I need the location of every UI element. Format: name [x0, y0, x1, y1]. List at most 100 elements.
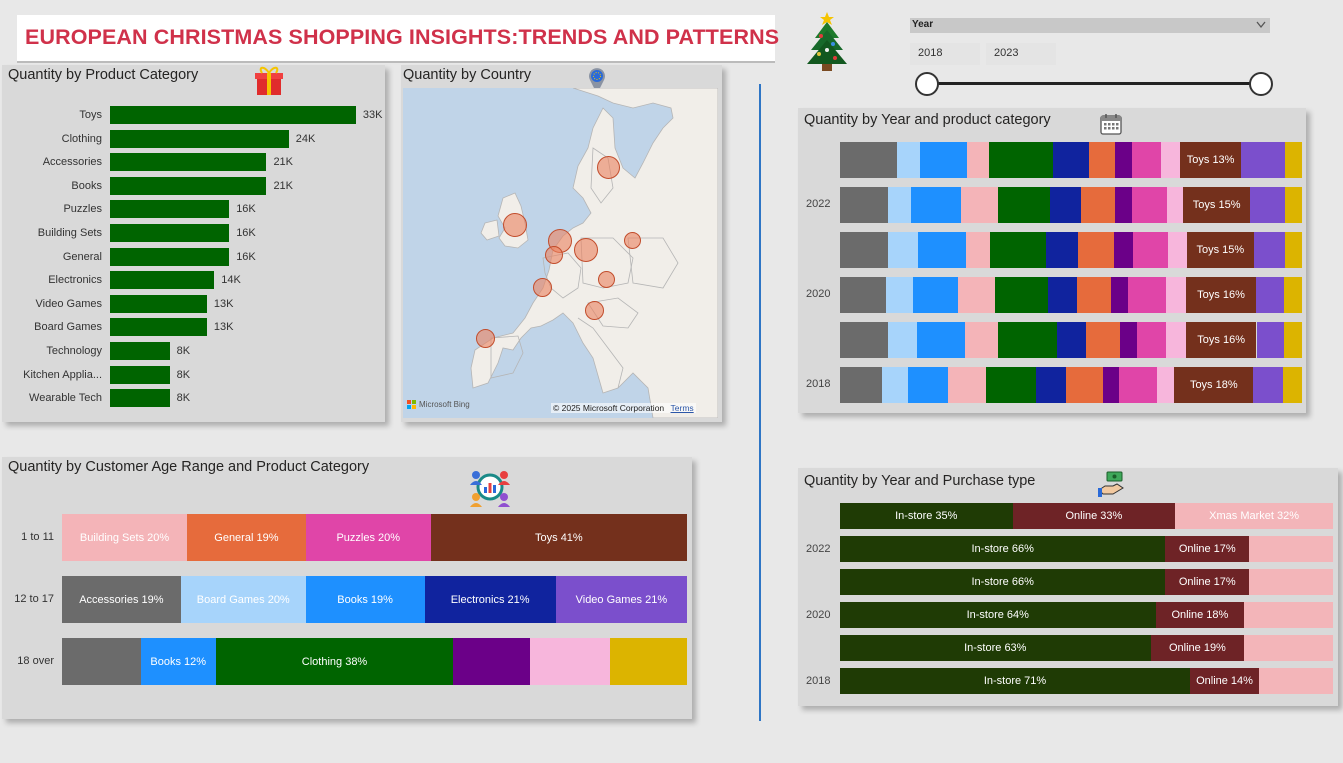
- purchase-segment-in-store[interactable]: In-store 71%: [840, 668, 1191, 694]
- year-category-segment-building-sets[interactable]: [961, 187, 998, 223]
- year-slicer-header[interactable]: Year: [910, 18, 1270, 33]
- age-segment-technology[interactable]: [453, 638, 531, 685]
- year-category-segment-technology[interactable]: [1103, 367, 1120, 403]
- purchase-segment-in-store[interactable]: In-store 66%: [840, 536, 1166, 562]
- year-category-segment-general[interactable]: [1077, 277, 1112, 313]
- year-category-segment-puzzles[interactable]: [1136, 322, 1166, 358]
- purchase-segment-xmas-market[interactable]: [1259, 668, 1333, 694]
- year-category-segment-electronics[interactable]: [1035, 367, 1067, 403]
- year-category-segment-video-games[interactable]: [1250, 187, 1285, 223]
- map-bubble-france[interactable]: [533, 278, 552, 297]
- year-category-segment-board-games[interactable]: [897, 142, 920, 178]
- year-slicer[interactable]: Year 2018 2023: [910, 18, 1273, 98]
- age-segment-clothing[interactable]: Clothing 38%: [215, 638, 454, 685]
- year-category-segment-accessories[interactable]: [840, 322, 889, 358]
- chevron-down-icon[interactable]: [1256, 21, 1266, 29]
- purchase-segment-xmas-market[interactable]: Xmas Market 32%: [1175, 503, 1333, 529]
- year-category-segment-clothing[interactable]: [998, 322, 1057, 358]
- year-slider-start-handle[interactable]: [915, 72, 939, 96]
- purchase-segment-online[interactable]: Online 14%: [1190, 668, 1260, 694]
- year-category-segment-building-sets[interactable]: [965, 232, 991, 268]
- year-category-segment-books[interactable]: [908, 367, 949, 403]
- purchase-segment-in-store[interactable]: In-store 35%: [840, 503, 1013, 529]
- purchase-segment-xmas-market[interactable]: [1249, 536, 1333, 562]
- map-bubble-germany[interactable]: [574, 238, 598, 262]
- year-category-segment-video-games[interactable]: [1241, 142, 1285, 178]
- age-segment-kitchen-appliances[interactable]: [530, 638, 611, 685]
- age-segment-wearable-tech[interactable]: [610, 638, 687, 685]
- year-category-segment-clothing[interactable]: [997, 187, 1051, 223]
- year-category-segment-kitchen-appliances[interactable]: [1157, 367, 1175, 403]
- map-bubble-italy[interactable]: [585, 301, 604, 320]
- year-category-segment-books[interactable]: [918, 232, 966, 268]
- purchase-segment-online[interactable]: Online 19%: [1150, 635, 1245, 661]
- year-category-segment-kitchen-appliances[interactable]: [1165, 277, 1186, 313]
- purchase-segment-online[interactable]: Online 33%: [1012, 503, 1176, 529]
- map-bubble-sweden[interactable]: [597, 156, 620, 179]
- year-category-segment-accessories[interactable]: [840, 367, 882, 403]
- map-bubble-poland[interactable]: [624, 232, 641, 249]
- category-bar[interactable]: [110, 365, 170, 384]
- year-category-segment-video-games[interactable]: [1254, 232, 1285, 268]
- year-category-segment-general[interactable]: [1081, 187, 1116, 223]
- purchase-segment-in-store[interactable]: In-store 66%: [840, 569, 1166, 595]
- year-category-segment-toys[interactable]: Toys 15%: [1183, 187, 1251, 223]
- year-category-segment-building-sets[interactable]: [958, 277, 996, 313]
- year-category-segment-clothing[interactable]: [986, 367, 1036, 403]
- year-category-segment-building-sets[interactable]: [967, 142, 990, 178]
- year-category-segment-accessories[interactable]: [840, 142, 898, 178]
- year-category-segment-building-sets[interactable]: [948, 367, 987, 403]
- age-segment-electronics[interactable]: Electronics 21%: [424, 576, 556, 623]
- year-category-segment-accessories[interactable]: [840, 187, 888, 223]
- year-category-segment-wearable-tech[interactable]: [1285, 187, 1302, 223]
- category-bar[interactable]: [110, 389, 170, 408]
- year-category-segment-clothing[interactable]: [990, 232, 1046, 268]
- map-bubble-belgium[interactable]: [545, 246, 563, 264]
- year-category-segment-wearable-tech[interactable]: [1282, 367, 1302, 403]
- year-category-segment-board-games[interactable]: [887, 187, 912, 223]
- category-bar[interactable]: [110, 200, 230, 219]
- year-category-segment-board-games[interactable]: [881, 367, 909, 403]
- year-category-segment-kitchen-appliances[interactable]: [1168, 232, 1187, 268]
- purchase-segment-online[interactable]: Online 17%: [1165, 569, 1250, 595]
- year-end-input[interactable]: 2023: [986, 43, 1056, 65]
- year-category-segment-building-sets[interactable]: [964, 322, 999, 358]
- year-category-segment-board-games[interactable]: [886, 277, 914, 313]
- age-segment-books[interactable]: Books 12%: [140, 638, 216, 685]
- category-bar[interactable]: [110, 153, 267, 172]
- year-category-segment-technology[interactable]: [1113, 232, 1133, 268]
- year-category-segment-general[interactable]: [1066, 367, 1104, 403]
- year-category-segment-puzzles[interactable]: [1131, 187, 1168, 223]
- year-category-segment-accessories[interactable]: [840, 277, 887, 313]
- year-category-segment-electronics[interactable]: [1052, 142, 1090, 178]
- age-segment-video-games[interactable]: Video Games 21%: [555, 576, 687, 623]
- year-category-segment-kitchen-appliances[interactable]: [1165, 322, 1186, 358]
- year-category-segment-wearable-tech[interactable]: [1283, 322, 1302, 358]
- year-category-segment-toys[interactable]: Toys 16%: [1185, 322, 1257, 358]
- year-category-segment-general[interactable]: [1078, 232, 1114, 268]
- category-bar[interactable]: [110, 129, 289, 148]
- age-segment-puzzles[interactable]: Puzzles 20%: [305, 514, 431, 561]
- year-category-segment-wearable-tech[interactable]: [1284, 232, 1302, 268]
- year-category-segment-board-games[interactable]: [888, 322, 918, 358]
- year-category-segment-books[interactable]: [913, 277, 959, 313]
- map-bubble-portugal[interactable]: [476, 329, 495, 348]
- year-category-segment-general[interactable]: [1089, 142, 1115, 178]
- year-category-segment-wearable-tech[interactable]: [1284, 142, 1302, 178]
- age-segment-building-sets[interactable]: Building Sets 20%: [62, 514, 187, 561]
- year-category-segment-electronics[interactable]: [1045, 232, 1079, 268]
- age-segment-accessories[interactable]: Accessories 19%: [62, 576, 181, 623]
- purchase-segment-online[interactable]: Online 18%: [1155, 602, 1245, 628]
- year-category-segment-video-games[interactable]: [1256, 322, 1284, 358]
- purchase-segment-in-store[interactable]: In-store 64%: [840, 602, 1156, 628]
- year-category-segment-technology[interactable]: [1115, 187, 1132, 223]
- category-bar[interactable]: [110, 176, 267, 195]
- category-bar[interactable]: [110, 294, 207, 313]
- year-category-segment-puzzles[interactable]: [1127, 277, 1166, 313]
- age-segment-accessories[interactable]: [62, 638, 141, 685]
- year-category-segment-accessories[interactable]: [840, 232, 889, 268]
- map-bubble-austria[interactable]: [598, 271, 615, 288]
- year-category-segment-electronics[interactable]: [1050, 187, 1082, 223]
- category-bar[interactable]: [110, 318, 207, 337]
- year-start-input[interactable]: 2018: [910, 43, 980, 65]
